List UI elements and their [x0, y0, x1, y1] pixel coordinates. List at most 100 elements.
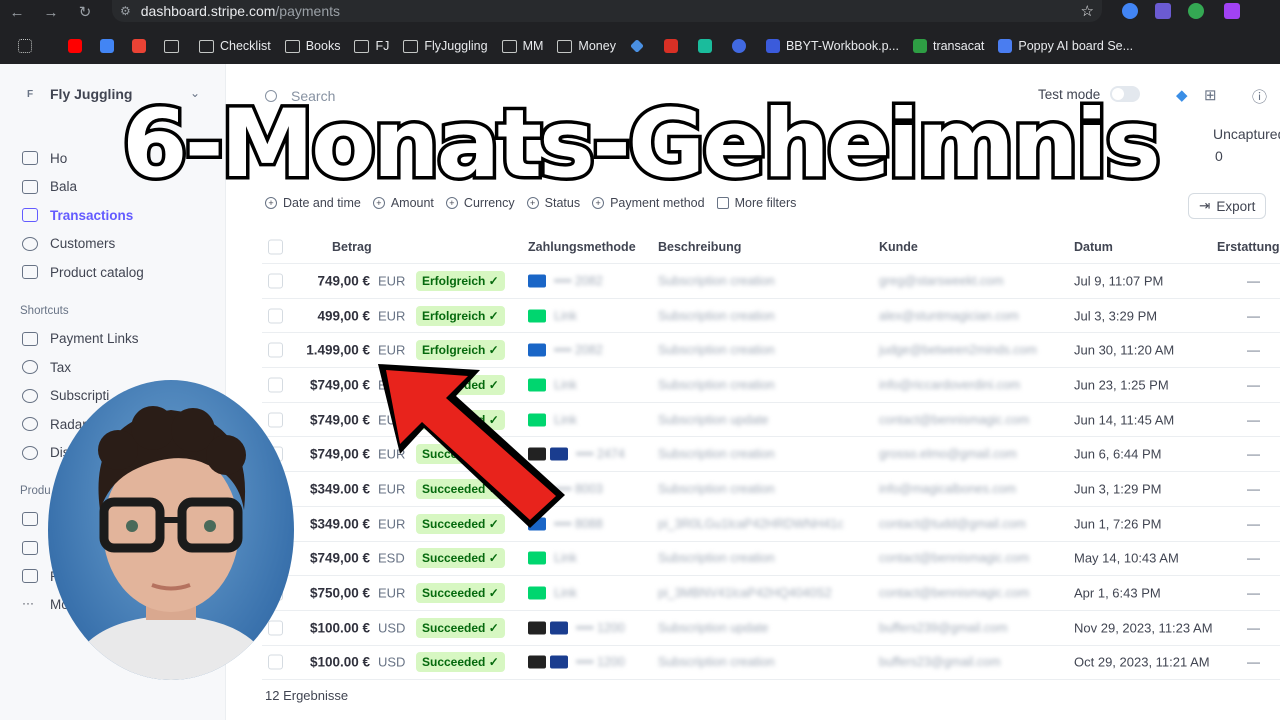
status-badge: Succeeded ✓ — [416, 652, 505, 673]
date: Jul 3, 3:29 PM — [1074, 308, 1158, 324]
sidebar-item-payment-links[interactable]: Payment Links — [22, 325, 144, 354]
description: Subscription creation — [658, 343, 775, 358]
customer-email: contact@bennismagic.com — [879, 551, 1030, 566]
extension-icon[interactable] — [1122, 3, 1138, 19]
refund: — — [1247, 585, 1260, 601]
col-payment-method[interactable]: Zahlungsmethode — [528, 240, 636, 254]
col-description[interactable]: Beschreibung — [658, 240, 741, 254]
payment-method-detail: •••• 1200 — [576, 655, 625, 670]
bookmark-mm[interactable]: MM — [501, 39, 544, 53]
folder-icon[interactable] — [164, 39, 185, 53]
col-amount[interactable]: Betrag — [332, 240, 372, 254]
sidebar-item-customers[interactable]: Customers — [22, 230, 144, 259]
bookmark-label: MM — [522, 39, 544, 53]
bookmark-flyjuggling[interactable]: FlyJuggling — [403, 39, 488, 53]
table-row[interactable]: $100.00 € USD Succeeded ✓ •••• 1200 Subscrip… — [262, 611, 1280, 646]
payment-method-detail: Link — [554, 586, 577, 601]
forward-icon[interactable]: → — [34, 4, 68, 21]
folder-icon — [284, 39, 300, 53]
browser-chrome: ← → ↻ ⚙ dashboard.stripe.com/payments ☆ … — [0, 0, 1280, 64]
table-row[interactable]: 499,00 € EUR Erfolgreich ✓ Link Subscription… — [262, 299, 1280, 334]
sidebar-item-label: Tax — [50, 359, 72, 375]
customer-email: greg@starsweekt.com — [879, 273, 1004, 288]
bookmarks-bar: Checklist Books FJ FlyJuggling MM Money … — [0, 34, 1280, 58]
sidebar-item-tax[interactable]: Tax — [22, 353, 144, 382]
refund: — — [1247, 446, 1260, 462]
site-settings-icon[interactable]: ⚙ — [120, 4, 131, 18]
amount: $749,00 € — [309, 412, 370, 428]
bookmark-bbyt-workbook[interactable]: BBYT-Workbook.p... — [765, 39, 899, 53]
bookmark-label: Money — [578, 39, 616, 53]
card-icon — [528, 621, 546, 635]
subscriptions-icon — [22, 388, 38, 403]
payment-method-detail: •••• 2474 — [576, 447, 625, 462]
refund: — — [1247, 377, 1260, 393]
table-row[interactable]: 749,00 € EUR Erfolgreich ✓ •••• 2082 Subscri… — [262, 264, 1280, 299]
folder-icon — [403, 39, 419, 53]
gmail-icon[interactable] — [132, 39, 150, 53]
date: Jun 23, 1:25 PM — [1074, 377, 1169, 393]
description: Subscription creation — [658, 551, 775, 566]
col-refund[interactable]: Erstattung — [1217, 240, 1280, 254]
bookmark-books[interactable]: Books — [284, 39, 340, 53]
youtube-icon[interactable] — [68, 39, 86, 53]
extension-icon[interactable] — [1224, 3, 1240, 19]
customer-email: judge@between2minds.com — [879, 343, 1037, 358]
col-date[interactable]: Datum — [1074, 240, 1113, 254]
bookmark-checklist[interactable]: Checklist — [199, 39, 271, 53]
refund: — — [1247, 620, 1260, 636]
description: Subscription creation — [658, 308, 775, 323]
bookmark-fj[interactable]: FJ — [354, 39, 389, 53]
bookmark-money[interactable]: Money — [557, 39, 616, 53]
sidebar-item-label: Customers — [50, 236, 116, 252]
extension-icon[interactable] — [1155, 3, 1171, 19]
apps-icon[interactable] — [18, 39, 54, 53]
address-bar[interactable]: ⚙ dashboard.stripe.com/payments ☆ — [112, 0, 1102, 22]
bookmark-label: Checklist — [220, 39, 271, 53]
bookmark-label: FlyJuggling — [424, 39, 488, 53]
bookmark-icon[interactable] — [697, 39, 718, 53]
disputes-icon — [22, 445, 38, 460]
col-customer[interactable]: Kunde — [879, 240, 918, 254]
table-row[interactable]: $749,00 € ESD Succeeded ✓ Link Subscription … — [262, 542, 1280, 577]
date: Jun 14, 11:45 AM — [1074, 412, 1175, 428]
url-path: /payments — [275, 3, 340, 19]
date: Jul 9, 11:07 PM — [1074, 273, 1164, 289]
description: Subscription creation — [658, 447, 775, 462]
customer-email: buffers23@gmail.com — [879, 655, 1001, 670]
payment-links-icon — [22, 331, 38, 346]
bookmark-icon[interactable] — [100, 39, 118, 53]
export-button[interactable]: ⇥ Export — [1188, 193, 1267, 219]
table-row[interactable]: $750,00 € EUR Succeeded ✓ Link pi_3MBNV41lca… — [262, 576, 1280, 611]
customers-icon — [22, 236, 38, 251]
bookmark-transacat[interactable]: transacat — [912, 39, 985, 53]
thumbnail-headline: 6-Monats-Geheimnis — [119, 90, 1165, 199]
star-bookmark-icon[interactable] — [630, 39, 650, 53]
sidebar-item-product-catalog[interactable]: Product catalog — [22, 258, 144, 287]
folder-icon — [501, 39, 517, 53]
bookmark-star-icon[interactable]: ☆ — [1081, 2, 1094, 20]
bookmark-icon[interactable] — [663, 39, 684, 53]
extension-icon[interactable] — [1188, 3, 1204, 19]
bookmark-icon[interactable] — [731, 39, 752, 53]
select-all-checkbox[interactable] — [268, 239, 283, 254]
amount: 749,00 € — [317, 273, 370, 289]
bookmark-favicon — [998, 39, 1013, 53]
bookmark-label: transacat — [932, 39, 985, 53]
date: Apr 1, 6:43 PM — [1074, 585, 1161, 601]
bookmark-label: FJ — [375, 39, 390, 53]
presenter-portrait — [68, 406, 274, 680]
status-badge: Succeeded ✓ — [416, 617, 505, 638]
currency: EUR — [378, 273, 406, 289]
reload-icon[interactable]: ↻ — [68, 3, 102, 21]
customer-email: contact@bennismagic.com — [879, 586, 1030, 601]
amount: 1.499,00 € — [306, 342, 370, 358]
back-icon[interactable]: ← — [0, 4, 34, 21]
bookmark-favicon — [912, 39, 927, 53]
refund: — — [1247, 516, 1260, 532]
bookmark-poppy[interactable]: Poppy AI board Se... — [998, 39, 1133, 53]
link-icon — [528, 309, 546, 323]
table-row[interactable]: $100.00 € USD Succeeded ✓ •••• 1200 Subscrip… — [262, 646, 1280, 681]
sidebar-item-label: Payment Links — [50, 331, 139, 347]
sidebar-item-transactions[interactable]: Transactions — [22, 201, 144, 230]
